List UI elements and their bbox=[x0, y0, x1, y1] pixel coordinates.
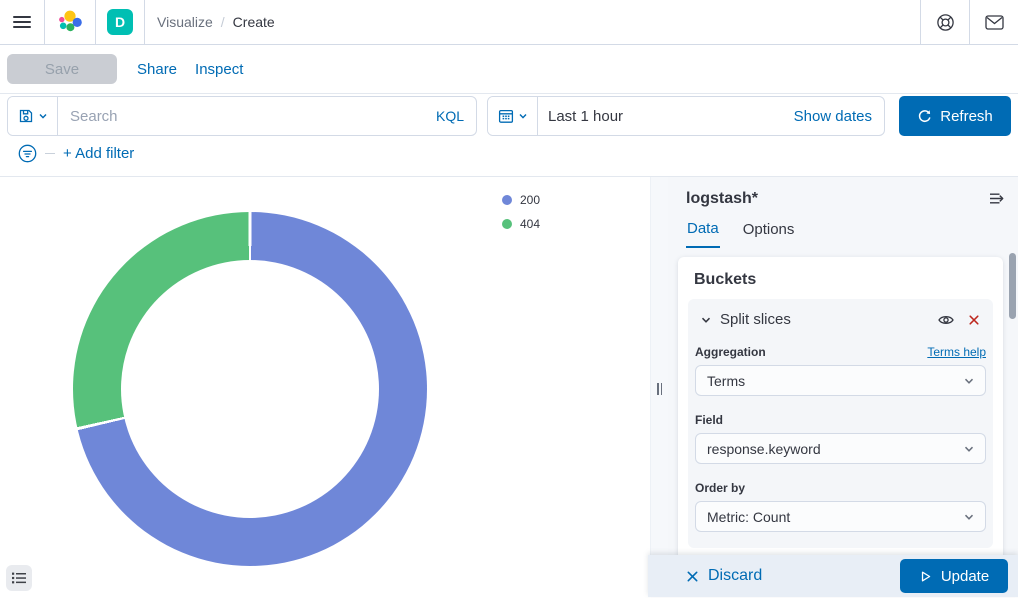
editor-content: 200 404 bbox=[0, 177, 1018, 597]
sidebar-tabs: Data Options bbox=[686, 220, 1018, 248]
order-by-label: Order by bbox=[695, 481, 745, 495]
terms-help-link[interactable]: Terms help bbox=[927, 345, 986, 359]
discard-button[interactable]: Discard bbox=[686, 567, 762, 585]
split-slices-section: Split slices bbox=[688, 299, 993, 548]
calendar-icon bbox=[498, 108, 514, 124]
buckets-title: Buckets bbox=[694, 271, 987, 289]
order-by-select[interactable]: Metric: Count bbox=[695, 501, 986, 532]
help-button[interactable] bbox=[936, 13, 955, 32]
chevron-down-icon bbox=[963, 443, 975, 455]
tab-options[interactable]: Options bbox=[742, 220, 796, 248]
donut-hole bbox=[121, 260, 379, 518]
breadcrumb: Visualize / Create bbox=[145, 0, 920, 44]
add-filter-button[interactable]: + Add filter bbox=[63, 145, 134, 162]
tab-data[interactable]: Data bbox=[686, 220, 720, 248]
help-icon bbox=[936, 13, 955, 32]
panel-resize-handle[interactable] bbox=[650, 177, 668, 597]
legend-label: 404 bbox=[520, 217, 540, 231]
saved-query-menu-button[interactable] bbox=[8, 97, 58, 135]
hamburger-icon bbox=[13, 13, 31, 31]
chart-legend: 200 404 bbox=[502, 188, 540, 236]
chevron-down-icon[interactable] bbox=[700, 314, 712, 326]
filter-icon bbox=[18, 144, 37, 163]
app-header: D Visualize / Create bbox=[0, 0, 1018, 45]
split-slices-label[interactable]: Split slices bbox=[720, 311, 936, 328]
save-query-icon bbox=[18, 108, 34, 124]
search-input[interactable] bbox=[58, 108, 424, 125]
query-language-button[interactable]: KQL bbox=[424, 108, 476, 124]
toggle-visibility-button[interactable] bbox=[936, 312, 956, 328]
legend-item-200[interactable]: 200 bbox=[502, 188, 540, 212]
field-label: Field bbox=[695, 413, 723, 427]
filter-bar: + Add filter bbox=[7, 144, 1011, 163]
grip-icon bbox=[657, 383, 662, 395]
collapse-sidebar-button[interactable] bbox=[987, 190, 1008, 207]
inspect-button[interactable]: Inspect bbox=[195, 61, 243, 78]
elastic-logo[interactable] bbox=[57, 9, 83, 35]
refresh-label: Refresh bbox=[940, 108, 993, 125]
refresh-icon bbox=[917, 109, 932, 124]
filter-separator bbox=[45, 153, 55, 154]
query-bar: KQL bbox=[0, 94, 1018, 177]
refresh-button[interactable]: Refresh bbox=[899, 96, 1011, 136]
sidebar-action-bar: Discard Update bbox=[648, 555, 1018, 597]
index-pattern-title: logstash* bbox=[686, 190, 987, 208]
chevron-down-icon bbox=[963, 511, 975, 523]
chevron-down-icon bbox=[518, 111, 528, 121]
donut-chart[interactable] bbox=[73, 212, 427, 566]
space-badge: D bbox=[107, 9, 133, 35]
menu-icon[interactable] bbox=[0, 0, 44, 44]
chevron-down-icon bbox=[38, 111, 48, 121]
list-icon bbox=[12, 572, 26, 584]
mail-icon bbox=[985, 15, 1004, 30]
time-picker: Last 1 hour Show dates bbox=[487, 96, 885, 136]
breadcrumb-create: Create bbox=[233, 14, 275, 30]
remove-bucket-button[interactable] bbox=[966, 312, 982, 328]
show-dates-button[interactable]: Show dates bbox=[794, 108, 884, 125]
breadcrumb-separator: / bbox=[221, 14, 225, 30]
legend-dot-200 bbox=[502, 195, 512, 205]
breadcrumb-visualize[interactable]: Visualize bbox=[157, 14, 213, 30]
share-button[interactable]: Share bbox=[137, 61, 177, 78]
vis-editor-sidebar: logstash* Data Options Buckets bbox=[668, 177, 1018, 597]
buckets-card: Buckets Split slices bbox=[678, 257, 1003, 564]
legend-toggle-button[interactable] bbox=[6, 565, 32, 591]
field-select[interactable]: response.keyword bbox=[695, 433, 986, 464]
aggregation-label: Aggregation bbox=[695, 345, 766, 359]
legend-label: 200 bbox=[520, 193, 540, 207]
cross-icon bbox=[686, 570, 699, 583]
legend-item-404[interactable]: 404 bbox=[502, 212, 540, 236]
scrollbar-thumb[interactable] bbox=[1009, 253, 1016, 319]
date-quick-select-button[interactable] bbox=[488, 97, 538, 135]
aggregation-select[interactable]: Terms bbox=[695, 365, 986, 396]
filter-menu-button[interactable] bbox=[18, 144, 37, 163]
space-selector[interactable]: D bbox=[107, 9, 133, 35]
top-nav-menu: Save Share Inspect bbox=[0, 45, 1018, 94]
menu-right-icon bbox=[989, 192, 1006, 205]
newsfeed-button[interactable] bbox=[985, 15, 1004, 30]
chevron-down-icon bbox=[963, 375, 975, 387]
visualization-area: 200 404 bbox=[0, 177, 650, 597]
kibana-visualize-editor: D Visualize / Create bbox=[0, 0, 1018, 598]
search-bar: KQL bbox=[7, 96, 477, 136]
eye-icon bbox=[938, 314, 954, 326]
time-range-value[interactable]: Last 1 hour bbox=[538, 108, 623, 125]
update-button[interactable]: Update bbox=[900, 559, 1008, 593]
play-icon bbox=[919, 570, 932, 583]
close-icon bbox=[968, 314, 980, 326]
save-button[interactable]: Save bbox=[7, 54, 117, 84]
legend-dot-404 bbox=[502, 219, 512, 229]
